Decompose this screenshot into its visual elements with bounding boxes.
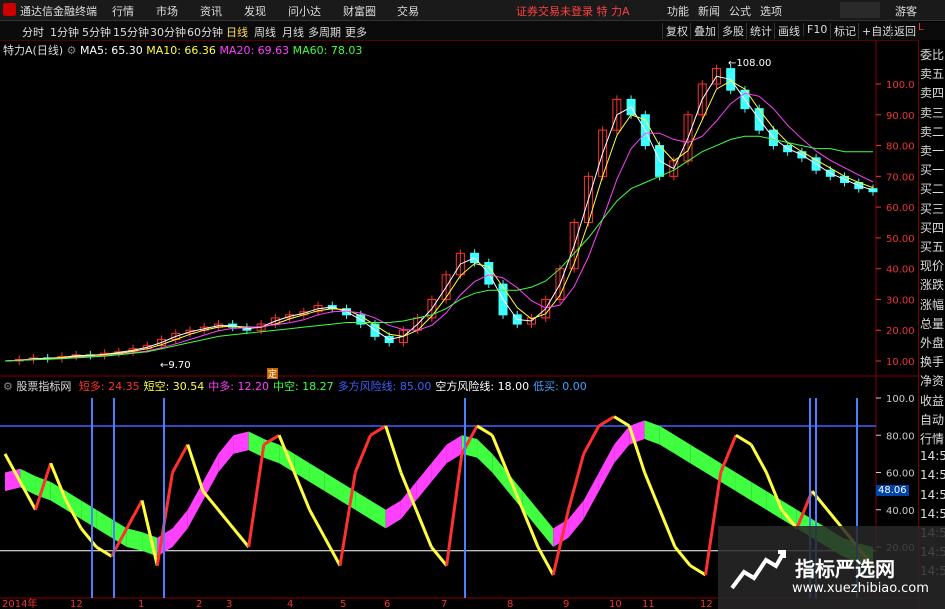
mid-band [675,435,691,464]
short-line [430,546,448,567]
y-tick-label: 100.0 [886,80,915,91]
x-tick-label: 2 [196,599,202,609]
short-line [719,434,738,474]
ma5-line [4,75,874,362]
short-line [247,444,266,548]
mid-band [705,453,721,482]
x-tick-label: 6 [384,599,390,609]
mid-band [370,500,386,529]
x-tick-label: 11 [642,599,655,609]
ma20-line [4,92,874,362]
short-line [201,490,220,511]
x-tick-label: 8 [507,599,513,609]
high-annotation: ←108.00 [728,58,771,69]
x-tick-label: 9 [563,599,569,609]
mid-band [309,463,325,492]
short-line [125,499,144,530]
short-line [414,509,433,548]
y-tick-label: 50.00 [886,234,915,245]
short-line [308,509,327,539]
short-line [353,434,372,474]
mid-band [233,431,249,454]
short-line [673,546,692,567]
short-line [613,415,631,428]
mid-band [20,468,36,495]
y-tick-label: 70.00 [886,172,915,183]
mid-band [522,491,538,529]
mid-band [172,509,188,547]
current-indicator-value: 48.06 [876,485,909,496]
x-tick-label: 2014年 [2,597,37,609]
watermark-logo-icon [730,550,786,590]
x-tick-label: 12 [70,599,83,609]
mid-band [324,472,341,501]
low-annotation: ←9.70 [160,360,191,371]
mid-band [431,444,447,482]
mid-band [751,481,767,510]
mid-band [614,425,630,464]
mid-band [416,463,432,501]
sub-y-tick-label: 100.0 [886,394,915,405]
event-label: 定 [268,368,277,380]
sub-y-tick-label: 60.00 [886,469,915,480]
short-line [232,527,250,548]
ma60-line [4,135,873,362]
x-tick-label: 7 [441,599,447,609]
short-line [735,433,752,446]
x-tick-label: 4 [287,599,293,609]
short-line [643,471,662,511]
x-tick-label: 1 [138,599,144,609]
mid-band [446,435,462,464]
mid-band [96,509,112,538]
short-line [323,536,342,567]
watermark-url: www.xuezhibiao.com [792,581,929,596]
short-line [582,425,601,455]
y-tick-label: 90.00 [886,111,915,122]
mid-band [644,420,660,445]
x-tick-label: 12 [700,599,713,609]
mid-band [81,500,97,529]
y-tick-label: 20.00 [886,326,915,337]
mid-band [385,500,401,529]
short-line [689,564,707,577]
mid-band [355,491,371,520]
short-line [79,527,98,548]
mid-band [735,472,752,501]
mid-band [537,509,554,547]
mid-band [492,453,508,492]
short-line [445,453,464,566]
short-line [171,443,190,474]
mid-band [690,444,706,473]
short-line [217,508,235,530]
mid-band [477,438,493,473]
watermark-title: 指标严选网 [795,557,895,581]
x-tick-label: 10 [609,599,622,609]
y-tick-label: 10.00 [886,357,915,368]
short-line [749,443,768,474]
short-line [598,415,615,428]
short-line [369,424,387,437]
short-line [810,490,829,511]
mid-band [126,528,143,551]
y-tick-label: 30.00 [886,295,915,306]
sub-y-tick-label: 80.00 [886,431,915,442]
short-line [384,425,403,473]
y-tick-label: 40.00 [886,265,915,276]
sub-y-tick-label: 40.00 [886,506,915,517]
y-tick-label: 80.00 [886,142,915,153]
mid-band [659,425,676,454]
y-tick-label: 60.00 [886,203,915,214]
mid-band [598,444,615,492]
short-line [95,545,113,558]
short-line [186,444,205,492]
kline-chart[interactable]: 100.0 90.00 80.00 70.00 60.00 50.00 40.00 30.00… [0,0,945,609]
short-line [658,509,677,548]
mid-band [218,435,234,473]
short-line [476,424,494,437]
mid-band [583,472,599,520]
x-tick-label: 5 [340,599,346,609]
short-line [566,453,586,511]
x-tick-label: 3 [226,599,232,609]
